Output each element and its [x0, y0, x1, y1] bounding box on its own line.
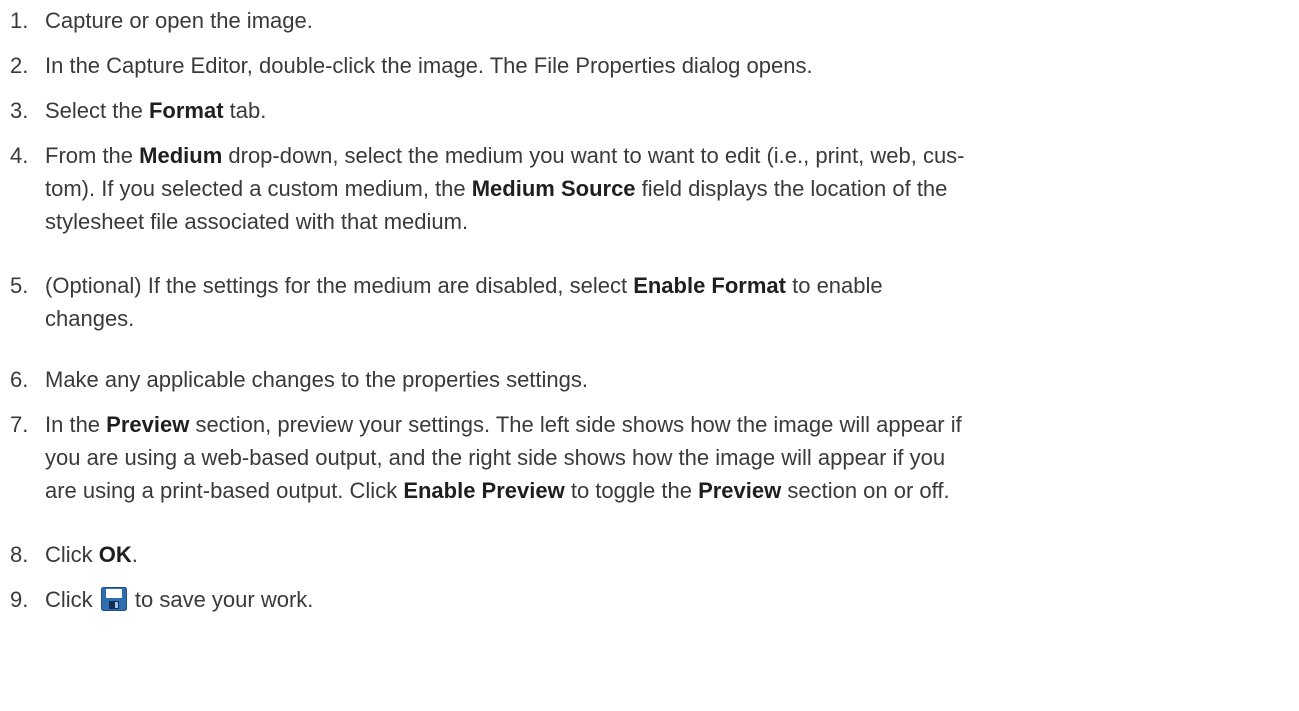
step-text-run: (Optional) If the settings for the mediu…	[45, 273, 634, 298]
step-text-run: In the Capture Editor, double-click the …	[45, 53, 813, 78]
step-number: 6.	[10, 367, 29, 392]
ui-term: Format	[148, 98, 224, 123]
step-text-run: stylesheet file associated with that med…	[45, 209, 469, 234]
step-text-run: Make any applicable changes to the prope…	[45, 367, 588, 392]
step-text: Select the Format tab.	[45, 98, 266, 123]
step-item: 6. Make any applicable changes to the pro…	[0, 363, 606, 396]
step-item: 8. Click OK.	[0, 538, 156, 571]
step-text: In the Capture Editor, double-click the …	[45, 53, 813, 78]
step-text-run: tom). If you selected a custom medium, t…	[45, 176, 472, 201]
save-icon[interactable]	[100, 587, 127, 611]
step-text-run: to enable	[786, 273, 883, 298]
step-number: 9.	[10, 587, 29, 612]
step-text: In the Preview section, preview your set…	[45, 412, 962, 503]
step-text-run: tab.	[223, 98, 267, 123]
step-item: 3. Select the Format tab.	[0, 94, 284, 127]
step-text-run: .	[131, 542, 138, 567]
step-text-run: section on or off.	[781, 478, 950, 503]
step-item: 7. In the Preview section, preview your s…	[0, 408, 980, 507]
step-text-run: you are using a web-based output, and th…	[45, 445, 946, 470]
step-text-run: to save your work.	[128, 587, 314, 612]
step-text-run: to toggle the	[564, 478, 699, 503]
step-item: 2. In the Capture Editor, double-click th…	[0, 49, 831, 82]
step-number: 8.	[10, 542, 29, 567]
step-number: 1.	[10, 8, 29, 33]
step-text-run: changes.	[45, 306, 135, 331]
step-text: Click OK.	[45, 542, 138, 567]
step-number: 7.	[10, 412, 29, 437]
step-number: 2.	[10, 53, 29, 78]
step-text-run: are using a print-based output. Click	[45, 478, 404, 503]
step-number: 3.	[10, 98, 29, 123]
ui-term: Medium Source	[471, 176, 636, 201]
step-text-run: Click	[45, 542, 99, 567]
step-number: 5.	[10, 273, 29, 298]
ui-term: Preview	[698, 478, 782, 503]
step-text-run: field displays the location of the	[635, 176, 948, 201]
step-text-run: In the	[45, 412, 107, 437]
step-text-run: Select the	[45, 98, 149, 123]
step-text: (Optional) If the settings for the mediu…	[45, 273, 883, 331]
step-item: 4. From the Medium drop-down, select the …	[0, 139, 983, 238]
step-text-run: Click	[45, 587, 99, 612]
step-item: 1. Capture or open the image.	[0, 4, 331, 37]
step-text-run: section, preview your settings. The left…	[189, 412, 962, 437]
step-item: 9. Click to save your work.	[0, 583, 331, 616]
step-item: 5. (Optional) If the settings for the med…	[0, 269, 901, 335]
ui-term: Enable Preview	[403, 478, 565, 503]
ui-term: Enable Format	[633, 273, 786, 298]
step-text-run: From the	[45, 143, 140, 168]
step-text: Click to save your work.	[45, 587, 313, 612]
step-text: Capture or open the image.	[45, 8, 313, 33]
ui-term: OK	[98, 542, 132, 567]
step-text: From the Medium drop-down, select the me…	[45, 143, 965, 234]
step-text: Make any applicable changes to the prope…	[45, 367, 588, 392]
ui-term: Medium	[139, 143, 223, 168]
step-text-run: Capture or open the image.	[45, 8, 313, 33]
ui-term: Preview	[106, 412, 190, 437]
step-text-run: drop-down, select the medium you want to…	[222, 143, 965, 168]
step-number: 4.	[10, 143, 29, 168]
